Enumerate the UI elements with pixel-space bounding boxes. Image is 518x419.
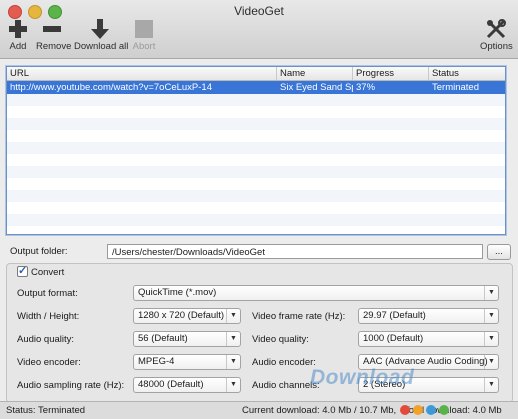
chevron-down-icon: ▼ xyxy=(226,309,240,323)
empty-row xyxy=(7,142,505,154)
sampling-rate-label: Audio sampling rate (Hz): xyxy=(17,380,125,391)
row-name: Six Eyed Sand Spi xyxy=(280,82,353,93)
chevron-down-icon: ▼ xyxy=(484,332,498,346)
remove-button[interactable]: Remove xyxy=(36,18,72,52)
output-folder-label: Output folder: xyxy=(10,246,68,257)
chevron-down-icon: ▼ xyxy=(484,309,498,323)
tools-icon xyxy=(486,19,506,39)
chevron-down-icon: ▼ xyxy=(484,355,498,369)
size-value: 1280 x 720 (Default) xyxy=(138,310,225,321)
empty-row xyxy=(7,94,505,106)
video-encoder-select[interactable]: MPEG-4 ▼ xyxy=(133,354,241,370)
sampling-rate-value: 48000 (Default) xyxy=(138,379,204,390)
browse-folder-button[interactable]: ... xyxy=(487,244,511,260)
chevron-down-icon: ▼ xyxy=(226,355,240,369)
watermark-dot xyxy=(413,405,423,415)
download-all-label: Download all xyxy=(74,41,129,52)
column-status-header[interactable]: Status xyxy=(429,67,505,80)
chevron-down-icon: ▼ xyxy=(484,378,498,392)
column-url-header[interactable]: URL xyxy=(7,67,277,80)
row-url: http://www.youtube.com/watch?v=7oCeLuxP-… xyxy=(10,82,212,93)
column-progress-header[interactable]: Progress xyxy=(353,67,429,80)
remove-label: Remove xyxy=(36,41,72,52)
plus-icon xyxy=(9,20,27,38)
size-select[interactable]: 1280 x 720 (Default) ▼ xyxy=(133,308,241,324)
watermark-logo: Download xyxy=(310,366,415,389)
empty-row xyxy=(7,190,505,202)
title-bar: VideoGet Add Remove Download all Abort O… xyxy=(0,0,518,59)
chevron-down-icon: ▼ xyxy=(484,286,498,300)
current-download-text: Current download: 4.0 Mb / 10.7 Mb, xyxy=(242,405,397,416)
video-quality-label: Video quality: xyxy=(252,334,309,345)
download-arrow-icon xyxy=(91,19,109,39)
watermark-dot xyxy=(400,405,410,415)
chevron-down-icon: ▼ xyxy=(226,332,240,346)
row-progress: 37% xyxy=(356,82,376,93)
empty-row xyxy=(7,214,505,226)
output-folder-field[interactable]: /Users/chester/Downloads/VideoGet xyxy=(107,244,483,259)
table-header: URL Name Progress Status xyxy=(7,67,505,81)
output-format-label: Output format: xyxy=(17,288,78,299)
sampling-rate-select[interactable]: 48000 (Default) ▼ xyxy=(133,377,241,393)
empty-row xyxy=(7,166,505,178)
video-quality-select[interactable]: 1000 (Default) ▼ xyxy=(358,331,499,347)
size-label: Width / Height: xyxy=(17,311,80,322)
audio-encoder-label: Audio encoder: xyxy=(252,357,316,368)
convert-label: Convert xyxy=(31,267,65,278)
status-text: Status: Terminated xyxy=(6,405,86,416)
output-format-select[interactable]: QuickTime (*.mov) ▼ xyxy=(133,285,499,301)
options-button[interactable]: Options xyxy=(480,18,513,52)
watermark-dot xyxy=(426,405,436,415)
convert-checkbox[interactable]: ✓ xyxy=(17,266,28,277)
add-button[interactable]: Add xyxy=(6,18,30,52)
download-all-button[interactable]: Download all xyxy=(74,18,129,52)
chevron-down-icon: ▼ xyxy=(226,378,240,392)
frame-rate-value: 29.97 (Default) xyxy=(363,310,426,321)
row-status: Terminated xyxy=(432,82,479,93)
app-window: VideoGet Add Remove Download all Abort O… xyxy=(0,0,518,419)
frame-rate-label: Video frame rate (Hz): xyxy=(252,311,346,322)
minus-icon xyxy=(43,26,61,32)
audio-quality-label: Audio quality: xyxy=(17,334,75,345)
window-title: VideoGet xyxy=(234,4,284,18)
output-format-value: QuickTime (*.mov) xyxy=(138,287,217,298)
empty-row xyxy=(7,118,505,130)
table-row[interactable]: http://www.youtube.com/watch?v=7oCeLuxP-… xyxy=(7,81,505,94)
audio-quality-value: 56 (Default) xyxy=(138,333,188,344)
frame-rate-select[interactable]: 29.97 (Default) ▼ xyxy=(358,308,499,324)
options-label: Options xyxy=(480,41,513,52)
video-quality-value: 1000 (Default) xyxy=(363,333,424,344)
video-encoder-label: Video encoder: xyxy=(17,357,81,368)
abort-button[interactable]: Abort xyxy=(132,18,156,52)
add-label: Add xyxy=(9,41,27,52)
watermark-dot xyxy=(439,405,449,415)
downloads-table[interactable]: URL Name Progress Status http://www.yout… xyxy=(6,66,506,235)
audio-quality-select[interactable]: 56 (Default) ▼ xyxy=(133,331,241,347)
video-encoder-value: MPEG-4 xyxy=(138,356,175,367)
column-name-header[interactable]: Name xyxy=(277,67,353,80)
abort-label: Abort xyxy=(132,41,156,52)
stop-icon xyxy=(135,20,153,38)
